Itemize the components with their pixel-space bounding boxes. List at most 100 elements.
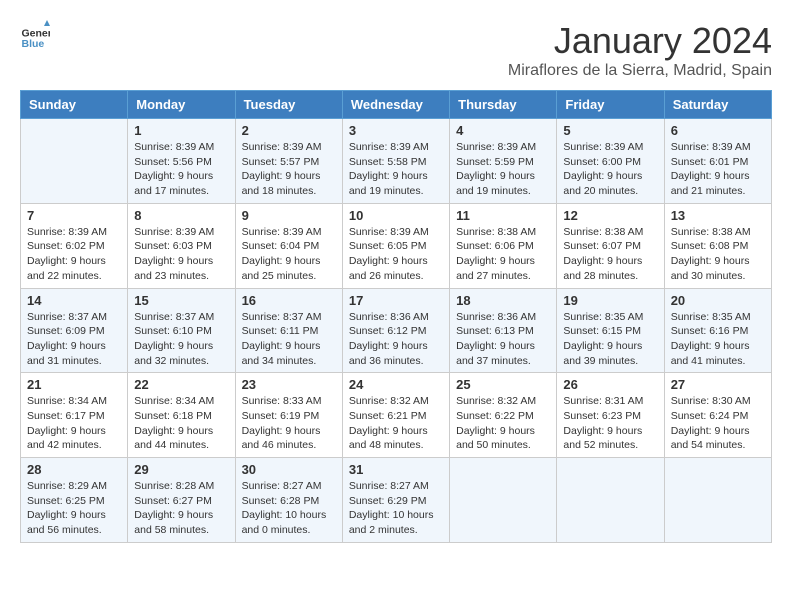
day-info: Sunrise: 8:38 AMSunset: 6:07 PMDaylight:… [563, 225, 657, 284]
calendar-cell: 23Sunrise: 8:33 AMSunset: 6:19 PMDayligh… [235, 373, 342, 458]
day-number: 26 [563, 377, 657, 392]
day-info: Sunrise: 8:27 AMSunset: 6:28 PMDaylight:… [242, 479, 336, 538]
location-subtitle: Miraflores de la Sierra, Madrid, Spain [508, 62, 772, 80]
day-info: Sunrise: 8:35 AMSunset: 6:15 PMDaylight:… [563, 310, 657, 369]
calendar-cell: 17Sunrise: 8:36 AMSunset: 6:12 PMDayligh… [342, 288, 449, 373]
calendar-cell: 24 Sunrise: 8:32 AMSunset: 6:21 PMDayligh… [342, 373, 449, 458]
day-number: 14 [27, 293, 121, 308]
calendar-cell: 8Sunrise: 8:39 AMSunset: 6:03 PMDaylight… [128, 203, 235, 288]
calendar-cell: 22 Sunrise: 8:34 AMSunset: 6:18 PMDayligh… [128, 373, 235, 458]
day-number: 19 [563, 293, 657, 308]
calendar-cell [450, 458, 557, 543]
day-info: Sunrise: 8:39 AMSunset: 5:56 PMDaylight:… [134, 140, 228, 199]
day-info: Sunrise: 8:38 AMSunset: 6:08 PMDaylight:… [671, 225, 765, 284]
calendar-week-row: 14Sunrise: 8:37 AMSunset: 6:09 PMDayligh… [21, 288, 772, 373]
header-sunday: Sunday [21, 91, 128, 119]
day-info: Sunrise: 8:35 AMSunset: 6:16 PMDaylight:… [671, 310, 765, 369]
day-info: Sunrise: 8:39 AMSunset: 6:02 PMDaylight:… [27, 225, 121, 284]
day-number: 2 [242, 123, 336, 138]
day-number: 28 [27, 462, 121, 477]
day-number: 31 [349, 462, 443, 477]
page-header: General Blue January 2024 Miraflores de … [20, 20, 772, 80]
day-info: Sunrise: 8:27 AMSunset: 6:29 PMDaylight:… [349, 479, 443, 538]
day-number: 22 [134, 377, 228, 392]
day-info: Sunrise: 8:38 AMSunset: 6:06 PMDaylight:… [456, 225, 550, 284]
calendar-cell: 3Sunrise: 8:39 AMSunset: 5:58 PMDaylight… [342, 119, 449, 204]
calendar-cell: 16 Sunrise: 8:37 AMSunset: 6:11 PMDayligh… [235, 288, 342, 373]
day-info: Sunrise: 8:31 AMSunset: 6:23 PMDaylight:… [563, 394, 657, 453]
day-info: Sunrise: 8:33 AMSunset: 6:19 PMDaylight:… [242, 394, 336, 453]
calendar-cell: 4 Sunrise: 8:39 AMSunset: 5:59 PMDaylight… [450, 119, 557, 204]
title-block: January 2024 Miraflores de la Sierra, Ma… [508, 20, 772, 80]
calendar-cell: 30 Sunrise: 8:27 AMSunset: 6:28 PMDayligh… [235, 458, 342, 543]
calendar-cell: 1Sunrise: 8:39 AMSunset: 5:56 PMDaylight… [128, 119, 235, 204]
header-wednesday: Wednesday [342, 91, 449, 119]
calendar-cell [557, 458, 664, 543]
svg-text:Blue: Blue [22, 38, 45, 50]
day-number: 18 [456, 293, 550, 308]
day-number: 15 [134, 293, 228, 308]
day-number: 13 [671, 208, 765, 223]
calendar-cell [664, 458, 771, 543]
calendar-cell: 26 Sunrise: 8:31 AMSunset: 6:23 PMDayligh… [557, 373, 664, 458]
calendar-cell: 9 Sunrise: 8:39 AMSunset: 6:04 PMDaylight… [235, 203, 342, 288]
day-number: 4 [456, 123, 550, 138]
day-info: Sunrise: 8:37 AMSunset: 6:11 PMDaylight:… [242, 310, 336, 369]
calendar-cell: 15Sunrise: 8:37 AMSunset: 6:10 PMDayligh… [128, 288, 235, 373]
month-title: January 2024 [508, 20, 772, 62]
calendar-cell: 2Sunrise: 8:39 AMSunset: 5:57 PMDaylight… [235, 119, 342, 204]
day-info: Sunrise: 8:39 AMSunset: 6:01 PMDaylight:… [671, 140, 765, 199]
calendar-cell: 6Sunrise: 8:39 AMSunset: 6:01 PMDaylight… [664, 119, 771, 204]
calendar-week-row: 28 Sunrise: 8:29 AMSunset: 6:25 PMDayligh… [21, 458, 772, 543]
calendar-cell: 25Sunrise: 8:32 AMSunset: 6:22 PMDayligh… [450, 373, 557, 458]
day-info: Sunrise: 8:29 AMSunset: 6:25 PMDaylight:… [27, 479, 121, 538]
day-info: Sunrise: 8:30 AMSunset: 6:24 PMDaylight:… [671, 394, 765, 453]
day-number: 30 [242, 462, 336, 477]
calendar-week-row: 7 Sunrise: 8:39 AMSunset: 6:02 PMDaylight… [21, 203, 772, 288]
calendar-cell: 14Sunrise: 8:37 AMSunset: 6:09 PMDayligh… [21, 288, 128, 373]
day-info: Sunrise: 8:39 AMSunset: 5:59 PMDaylight:… [456, 140, 550, 199]
day-number: 7 [27, 208, 121, 223]
day-info: Sunrise: 8:39 AMSunset: 6:00 PMDaylight:… [563, 140, 657, 199]
day-number: 12 [563, 208, 657, 223]
day-number: 20 [671, 293, 765, 308]
header-saturday: Saturday [664, 91, 771, 119]
calendar-cell: 21 Sunrise: 8:34 AMSunset: 6:17 PMDayligh… [21, 373, 128, 458]
header-tuesday: Tuesday [235, 91, 342, 119]
calendar-cell: 31 Sunrise: 8:27 AMSunset: 6:29 PMDayligh… [342, 458, 449, 543]
day-number: 24 [349, 377, 443, 392]
calendar-cell: 19 Sunrise: 8:35 AMSunset: 6:15 PMDayligh… [557, 288, 664, 373]
calendar-cell: 5 Sunrise: 8:39 AMSunset: 6:00 PMDaylight… [557, 119, 664, 204]
day-number: 8 [134, 208, 228, 223]
day-number: 9 [242, 208, 336, 223]
day-info: Sunrise: 8:39 AMSunset: 6:04 PMDaylight:… [242, 225, 336, 284]
day-info: Sunrise: 8:34 AMSunset: 6:18 PMDaylight:… [134, 394, 228, 453]
day-info: Sunrise: 8:34 AMSunset: 6:17 PMDaylight:… [27, 394, 121, 453]
calendar-cell [21, 119, 128, 204]
calendar-table: SundayMondayTuesdayWednesdayThursdayFrid… [20, 90, 772, 543]
day-number: 21 [27, 377, 121, 392]
day-number: 27 [671, 377, 765, 392]
calendar-cell: 29 Sunrise: 8:28 AMSunset: 6:27 PMDayligh… [128, 458, 235, 543]
day-info: Sunrise: 8:32 AMSunset: 6:21 PMDaylight:… [349, 394, 443, 453]
calendar-cell: 7 Sunrise: 8:39 AMSunset: 6:02 PMDaylight… [21, 203, 128, 288]
day-number: 17 [349, 293, 443, 308]
calendar-cell: 28 Sunrise: 8:29 AMSunset: 6:25 PMDayligh… [21, 458, 128, 543]
day-number: 3 [349, 123, 443, 138]
logo-icon: General Blue [20, 20, 50, 50]
day-number: 5 [563, 123, 657, 138]
calendar-week-row: 1Sunrise: 8:39 AMSunset: 5:56 PMDaylight… [21, 119, 772, 204]
day-info: Sunrise: 8:36 AMSunset: 6:13 PMDaylight:… [456, 310, 550, 369]
calendar-cell: 10Sunrise: 8:39 AMSunset: 6:05 PMDayligh… [342, 203, 449, 288]
day-number: 25 [456, 377, 550, 392]
day-number: 29 [134, 462, 228, 477]
day-number: 16 [242, 293, 336, 308]
calendar-cell: 20 Sunrise: 8:35 AMSunset: 6:16 PMDayligh… [664, 288, 771, 373]
calendar-cell: 11Sunrise: 8:38 AMSunset: 6:06 PMDayligh… [450, 203, 557, 288]
calendar-cell: 12 Sunrise: 8:38 AMSunset: 6:07 PMDayligh… [557, 203, 664, 288]
day-info: Sunrise: 8:39 AMSunset: 6:05 PMDaylight:… [349, 225, 443, 284]
header-monday: Monday [128, 91, 235, 119]
calendar-cell: 18 Sunrise: 8:36 AMSunset: 6:13 PMDayligh… [450, 288, 557, 373]
calendar-week-row: 21 Sunrise: 8:34 AMSunset: 6:17 PMDayligh… [21, 373, 772, 458]
day-info: Sunrise: 8:28 AMSunset: 6:27 PMDaylight:… [134, 479, 228, 538]
